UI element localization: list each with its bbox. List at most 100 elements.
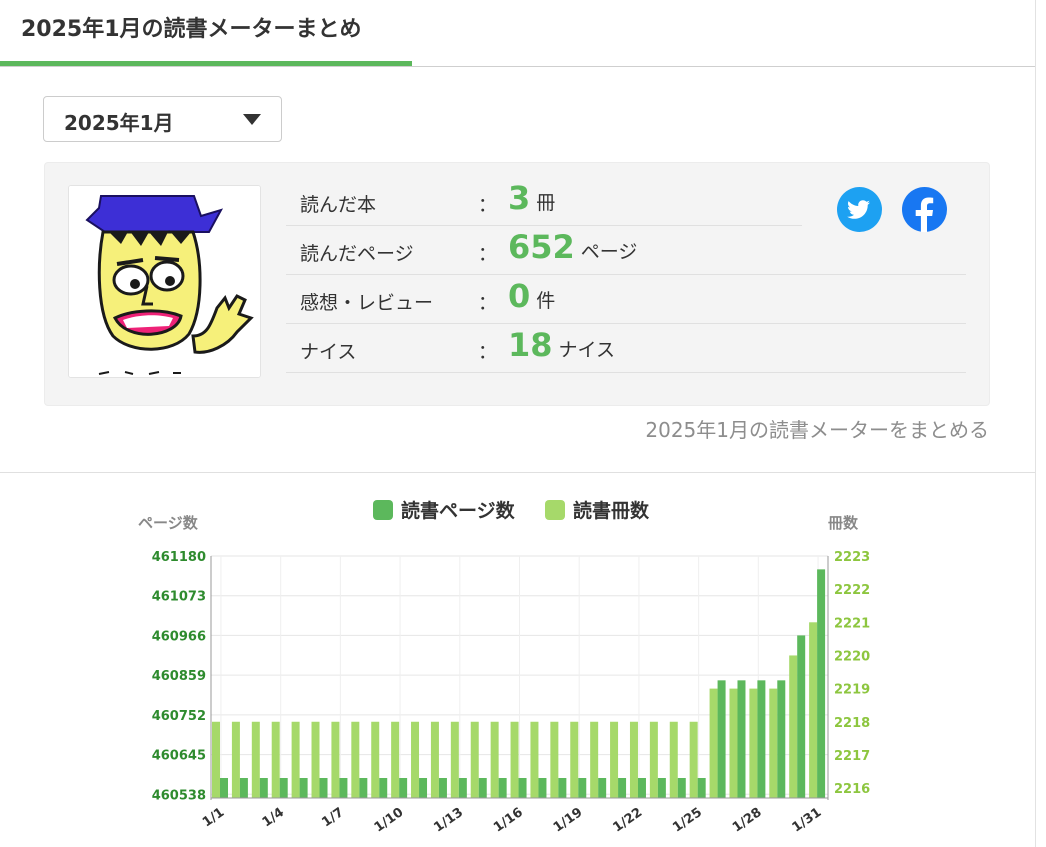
bar-books (371, 721, 380, 798)
stat-reviews: 感想・レビュー ： 0件 (286, 274, 966, 324)
bar-pages (777, 680, 786, 798)
x-axis-tick-label: 1/13 (431, 805, 466, 836)
x-axis-tick-label: 1/22 (610, 805, 645, 836)
stat-colon: ： (478, 341, 498, 363)
x-axis-tick-label: 1/19 (551, 805, 586, 836)
x-axis-tick-label: 1/16 (491, 805, 526, 836)
bar-books (689, 721, 698, 798)
bar-books (271, 721, 280, 798)
stat-number: 3 (508, 179, 531, 217)
x-axis-tick-label: 1/1 (200, 805, 227, 830)
left-axis-tick-label: 460752 (152, 709, 206, 724)
stat-colon: ： (478, 194, 498, 216)
bar-pages (637, 778, 646, 798)
stat-number: 18 (508, 326, 553, 364)
bar-books (809, 622, 818, 798)
stat-label: 読んだページ (300, 243, 414, 265)
bar-books (550, 721, 559, 798)
bar-pages (220, 778, 228, 798)
bar-books (729, 688, 738, 798)
stat-number: 652 (508, 228, 575, 266)
bar-pages (359, 778, 368, 798)
user-avatar[interactable] (68, 185, 261, 378)
bar-pages (817, 569, 826, 798)
bar-books (570, 721, 579, 798)
bar-books (311, 721, 320, 798)
bar-pages (339, 778, 348, 798)
bar-books (590, 721, 599, 798)
bar-books (331, 721, 340, 798)
page-header: 2025年1月の読書メーターまとめ (0, 0, 1035, 67)
bar-pages (558, 778, 567, 798)
bar-books (450, 721, 459, 798)
bar-pages (598, 778, 607, 798)
bar-books (291, 721, 300, 798)
bar-pages (458, 778, 467, 798)
right-axis-tick-label: 2218 (834, 716, 870, 731)
bar-pages (677, 778, 686, 798)
bar-books (351, 721, 360, 798)
bar-pages (399, 778, 408, 798)
summary-card: 読んだ本 ： 3冊 読んだページ ： 652 ページ 感想・レビュー ： 0件 ナ… (44, 162, 990, 406)
bar-pages (697, 778, 706, 798)
bar-pages (578, 778, 587, 798)
bar-books (470, 721, 479, 798)
bar-pages (518, 778, 527, 798)
stat-value: 3冊 (508, 179, 555, 217)
twitter-share-button[interactable] (837, 187, 882, 232)
legend-swatch-books (545, 500, 565, 520)
bar-pages (438, 778, 447, 798)
bar-pages (259, 778, 268, 798)
month-select[interactable]: 2025年1月 (43, 96, 282, 142)
bar-books (251, 721, 260, 798)
bar-pages (239, 778, 248, 798)
bar-pages (299, 778, 308, 798)
right-axis-tick-label: 2222 (834, 583, 870, 598)
right-border (1035, 0, 1036, 847)
summarize-link[interactable]: 2025年1月の読書メーターをまとめる (645, 414, 989, 443)
right-axis-tick-label: 2221 (834, 616, 870, 631)
stat-label: 感想・レビュー (300, 292, 434, 314)
bar-pages (498, 778, 507, 798)
bar-books (610, 721, 619, 798)
bar-pages (279, 778, 288, 798)
bar-books (391, 721, 400, 798)
stat-unit: 冊 (536, 192, 556, 214)
left-axis-tick-label: 460538 (152, 788, 206, 803)
stat-unit: 件 (536, 290, 556, 312)
right-axis-tick-label: 2217 (834, 749, 870, 764)
x-axis-tick-label: 1/7 (319, 805, 346, 830)
left-axis-tick-label: 460645 (152, 749, 206, 764)
bar-books (709, 688, 718, 798)
stat-unit: ページ (580, 241, 638, 263)
stat-colon: ： (478, 243, 498, 265)
stat-value: 652 ページ (508, 228, 637, 266)
left-axis-tick-label: 461180 (152, 550, 206, 565)
x-axis-tick-label: 1/4 (260, 805, 287, 830)
x-axis-tick-label: 1/25 (670, 805, 705, 836)
page-title: 2025年1月の読書メーターまとめ (21, 17, 362, 42)
right-axis-tick-label: 2219 (834, 683, 870, 698)
reading-chart: 460538 460645 460752 460859 460966 461073 4611… (138, 499, 870, 836)
bar-books (769, 688, 778, 798)
bar-books (530, 721, 539, 798)
bar-pages (319, 778, 328, 798)
bar-pages (379, 778, 388, 798)
stat-books-read: 読んだ本 ： 3冊 (286, 176, 802, 226)
stat-nice: ナイス ： 18 ナイス (286, 323, 966, 373)
stat-number: 0 (508, 277, 531, 315)
right-axis-tick-label: 2220 (834, 649, 870, 664)
bar-books (649, 721, 658, 798)
facebook-share-button[interactable] (902, 187, 947, 232)
bar-pages (538, 778, 547, 798)
active-tab-underline (0, 61, 412, 66)
bar-pages (737, 680, 746, 798)
bar-books (629, 721, 638, 798)
bar-books (490, 721, 499, 798)
section-divider (0, 472, 1035, 473)
x-axis-tick-label: 1/10 (372, 805, 407, 836)
month-select-value: 2025年1月 (64, 111, 174, 135)
stat-unit: ナイス (558, 339, 615, 361)
bar-pages (657, 778, 666, 798)
bar-pages (717, 680, 726, 798)
